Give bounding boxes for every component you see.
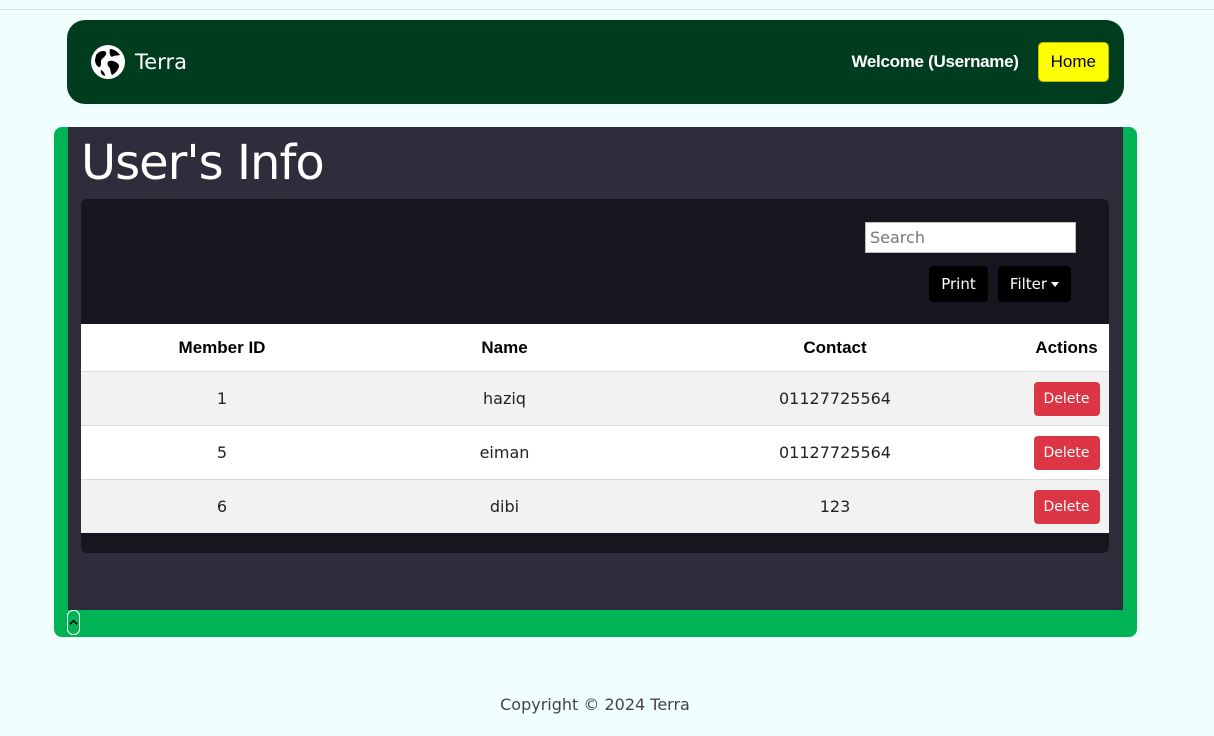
brand[interactable]: Terra — [90, 44, 187, 80]
home-button[interactable]: Home — [1037, 42, 1109, 82]
cell-contact: 01127725564 — [779, 389, 891, 408]
table-row: 1 haziq 01127725564 Delete — [81, 371, 1109, 425]
cell-name: eiman — [479, 443, 530, 462]
users-table: Member ID Name Contact Actions 1 haziq 0… — [81, 324, 1109, 533]
cell-actions: Delete — [1024, 381, 1109, 416]
header-member-id: Member ID — [178, 337, 266, 357]
brand-name: Terra — [135, 50, 187, 74]
navbar: Terra Welcome (Username) Home — [67, 20, 1124, 104]
users-card: Print Filter Member ID Name Contact Acti… — [81, 199, 1109, 553]
print-button[interactable]: Print — [929, 266, 988, 302]
users-panel: User's Info Print Filter Member ID Name … — [68, 127, 1123, 610]
cell-member-id: 1 — [216, 389, 228, 408]
scroll-top-button[interactable] — [67, 610, 80, 635]
top-divider — [0, 9, 1214, 10]
cell-actions: Delete — [1024, 435, 1109, 470]
filter-button[interactable]: Filter — [998, 266, 1071, 302]
cell-contact: 123 — [819, 497, 851, 516]
globe-icon — [91, 45, 125, 79]
content-frame: User's Info Print Filter Member ID Name … — [54, 127, 1137, 637]
page-title: User's Info — [81, 135, 325, 191]
cell-name: haziq — [483, 389, 526, 408]
caret-down-icon — [1051, 282, 1060, 287]
filter-label: Filter — [1009, 275, 1048, 293]
cell-member-id: 5 — [216, 443, 228, 462]
header-actions: Actions — [1035, 337, 1098, 357]
footer-copyright: Copyright © 2024 Terra — [500, 695, 690, 714]
cell-contact: 01127725564 — [779, 443, 891, 462]
cell-name: dibi — [489, 497, 520, 516]
delete-button[interactable]: Delete — [1033, 381, 1100, 416]
table-row: 6 dibi 123 Delete — [81, 479, 1109, 533]
delete-button[interactable]: Delete — [1033, 489, 1100, 524]
cell-actions: Delete — [1024, 489, 1109, 524]
welcome-text: Welcome (Username) — [851, 52, 1019, 71]
chevron-up-icon — [69, 619, 78, 625]
cell-member-id: 6 — [216, 497, 228, 516]
table-row: 5 eiman 01127725564 Delete — [81, 425, 1109, 479]
header-name: Name — [481, 337, 528, 357]
table-header: Member ID Name Contact Actions — [81, 324, 1109, 371]
nav-right: Welcome (Username) Home — [851, 42, 1109, 82]
search-input[interactable] — [865, 222, 1076, 253]
header-contact: Contact — [803, 337, 867, 357]
delete-button[interactable]: Delete — [1033, 435, 1100, 470]
